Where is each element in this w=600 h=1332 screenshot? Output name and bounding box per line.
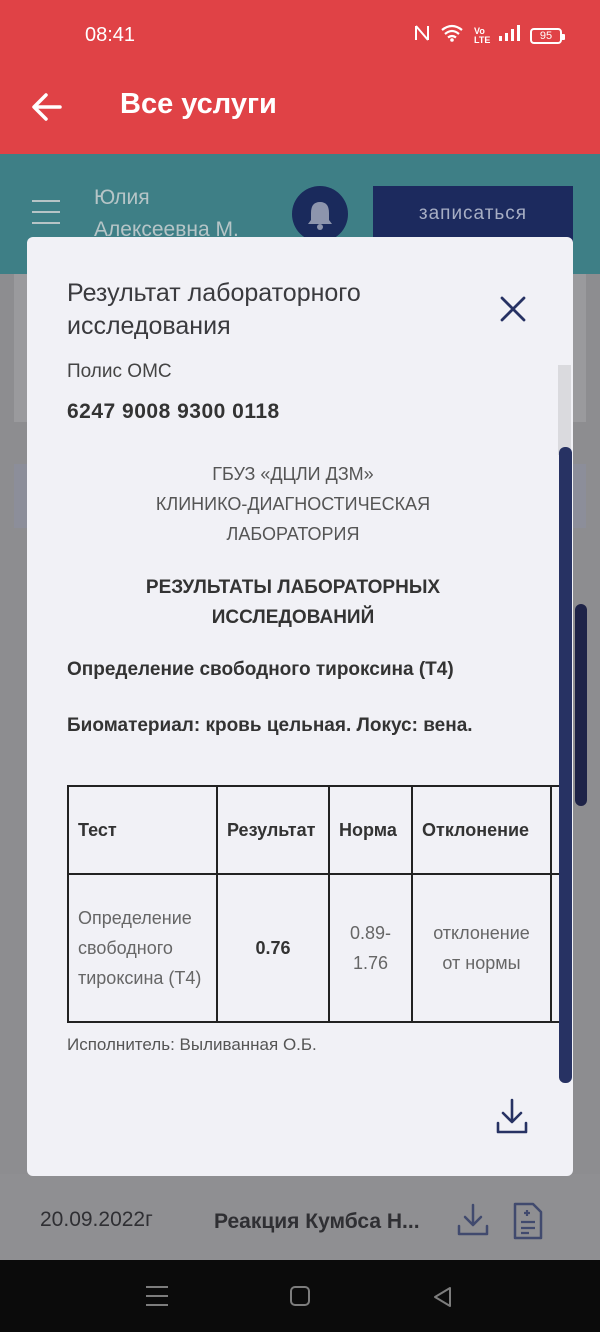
cell-result: 0.76 (216, 873, 330, 1023)
arrow-left-icon[interactable] (30, 90, 64, 124)
dialog-title: Результат лабораторного исследования (67, 279, 361, 340)
list-item[interactable]: 20.09.2022г Реакция Кумбса Н... (0, 1174, 600, 1260)
recent-apps-icon[interactable] (146, 1286, 168, 1306)
header-norm: Норма (328, 785, 413, 875)
document-icon[interactable] (512, 1202, 544, 1240)
lab-result-dialog: Результат лабораторного исследования Пол… (27, 237, 573, 1176)
results-table-container[interactable]: Тест Результат Норма Отклонение Определе… (67, 785, 560, 1023)
download-icon[interactable] (456, 1202, 490, 1238)
test-name: Определение свободного тироксина (Т4) (67, 659, 454, 680)
page-title: Все услуги (120, 88, 277, 120)
table-header-row: Тест Результат Норма Отклонение (67, 785, 560, 875)
biomaterial-info: Биоматериал: кровь цельная. Локус: вена. (67, 715, 473, 736)
battery-icon: 95 (530, 27, 565, 44)
system-nav-bar (0, 1260, 600, 1332)
header-deviation: Отклонение (411, 785, 552, 875)
executor: Исполнитель: Выливанная О.Б. (67, 1035, 317, 1054)
results-table: Тест Результат Норма Отклонение Определе… (67, 785, 560, 1023)
app-bar: Все услуги (0, 62, 600, 154)
row-date: 20.09.2022г (40, 1208, 153, 1231)
status-icons: Vo LTE 95 (414, 24, 565, 47)
polis-label: Полис ОМС (67, 361, 172, 382)
download-icon[interactable] (495, 1097, 529, 1135)
nfc-icon (414, 24, 430, 47)
row-name: Реакция Кумбса Н... (214, 1210, 420, 1233)
wifi-icon (440, 24, 464, 47)
signal-icon (498, 25, 520, 46)
back-triangle-icon[interactable] (432, 1286, 454, 1308)
dialog-scroll-track (558, 365, 571, 455)
status-time: 08:41 (85, 24, 136, 46)
menu-icon[interactable] (32, 200, 60, 226)
lab-name: ГБУЗ «ДЦЛИ ДЗМ» КЛИНИКО-ДИАГНОСТИЧЕСКАЯ … (155, 464, 431, 544)
dialog-scrollbar[interactable] (559, 447, 572, 1083)
page-scrollbar[interactable] (575, 604, 587, 806)
cell-norm: 0.89-1.76 (328, 873, 413, 1023)
header-test: Тест (67, 785, 218, 875)
polis-number: 6247 9008 9300 0118 (67, 400, 280, 423)
header-result: Результат (216, 785, 330, 875)
close-icon[interactable] (499, 295, 527, 323)
results-heading: РЕЗУЛЬТАТЫ ЛАБОРАТОРНЫХ ИССЛЕДОВАНИЙ (145, 577, 441, 628)
home-icon[interactable] (290, 1286, 310, 1306)
cell-deviation: отклонение от нормы (411, 873, 552, 1023)
signup-button[interactable]: записаться (373, 186, 573, 242)
bell-icon[interactable] (292, 186, 348, 242)
cell-test: Определение свободного тироксина (Т4) (67, 873, 218, 1023)
table-row: Определение свободного тироксина (Т4) 0.… (67, 873, 560, 1023)
volte-icon: Vo LTE (474, 25, 491, 45)
